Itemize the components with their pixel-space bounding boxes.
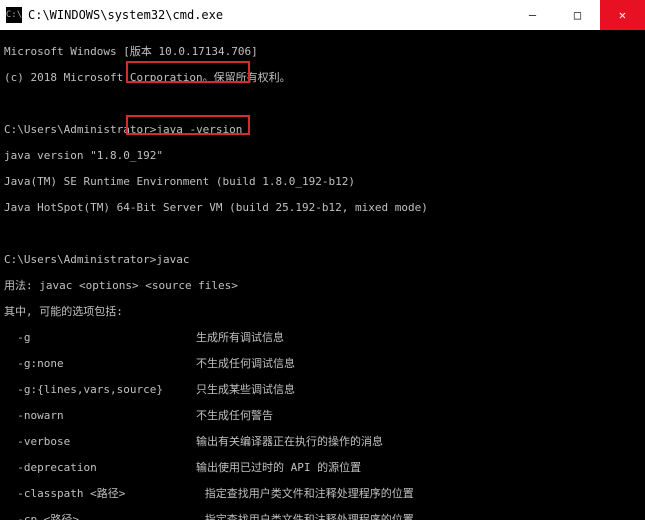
output-line: -g:{lines,vars,source} 只生成某些调试信息 (4, 383, 641, 396)
window-titlebar: C:\ C:\WINDOWS\system32\cmd.exe — □ ✕ (0, 0, 645, 30)
output-line: Java(TM) SE Runtime Environment (build 1… (4, 175, 641, 188)
header-line: Microsoft Windows [版本 10.0.17134.706] (4, 45, 641, 58)
cmd-icon: C:\ (6, 7, 22, 23)
maximize-button[interactable]: □ (555, 0, 600, 30)
prompt-command: javac (156, 253, 189, 266)
output-line: 其中, 可能的选项包括: (4, 305, 641, 318)
prompt-line: C:\Users\Administrator>java -version (4, 123, 641, 136)
prompt-path: C:\Users\Administrator> (4, 123, 156, 136)
prompt-line: C:\Users\Administrator>javac (4, 253, 641, 266)
minimize-button[interactable]: — (510, 0, 555, 30)
prompt-command: java -version (156, 123, 242, 136)
window-controls: — □ ✕ (510, 0, 645, 30)
close-button[interactable]: ✕ (600, 0, 645, 30)
output-line: -g 生成所有调试信息 (4, 331, 641, 344)
output-line: Java HotSpot(TM) 64-Bit Server VM (build… (4, 201, 641, 214)
output-line: -verbose 输出有关编译器正在执行的操作的消息 (4, 435, 641, 448)
output-line: -nowarn 不生成任何警告 (4, 409, 641, 422)
output-line: 用法: javac <options> <source files> (4, 279, 641, 292)
output-line: -deprecation 输出使用已过时的 API 的源位置 (4, 461, 641, 474)
header-line: (c) 2018 Microsoft Corporation。保留所有权利。 (4, 71, 641, 84)
output-line: java version "1.8.0_192" (4, 149, 641, 162)
prompt-path: C:\Users\Administrator> (4, 253, 156, 266)
terminal-output[interactable]: Microsoft Windows [版本 10.0.17134.706] (c… (0, 30, 645, 520)
output-line: -classpath <路径> 指定查找用户类文件和注释处理程序的位置 (4, 487, 641, 500)
window-title: C:\WINDOWS\system32\cmd.exe (28, 8, 223, 22)
output-line: -cp <路径> 指定查找用户类文件和注释处理程序的位置 (4, 513, 641, 520)
output-line: -g:none 不生成任何调试信息 (4, 357, 641, 370)
